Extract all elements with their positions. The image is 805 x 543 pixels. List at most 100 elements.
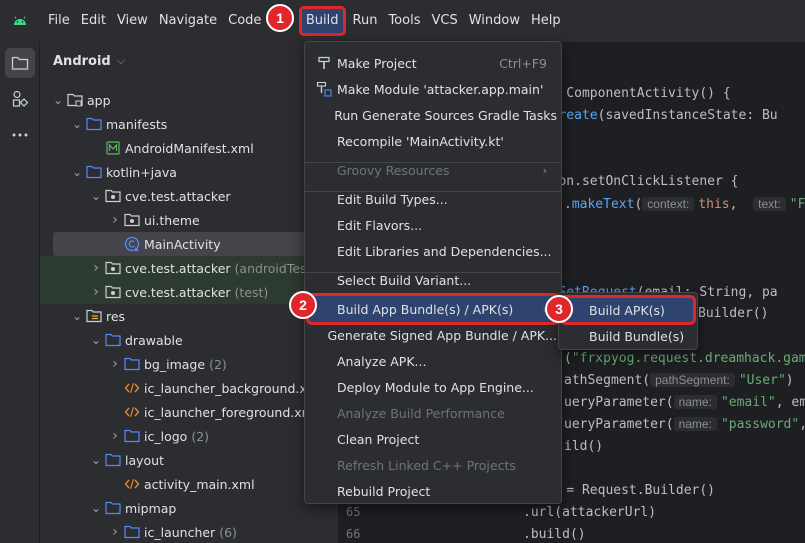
chevron-right-icon[interactable]: › bbox=[88, 284, 104, 300]
menu-tools[interactable]: Tools bbox=[384, 9, 424, 33]
menu-item-label: Groovy Resources bbox=[337, 162, 450, 178]
chevron-down-icon[interactable]: ⌄ bbox=[88, 333, 104, 347]
analyze-apk-menu-item[interactable]: Analyze APK... bbox=[309, 348, 557, 374]
make-project-menu-item[interactable]: Make Project Ctrl+F9 bbox=[309, 50, 557, 76]
select-build-variant-menu-item[interactable]: Select Build Variant... bbox=[309, 267, 557, 293]
code-token: makeText bbox=[571, 197, 635, 212]
more-tools-icon[interactable] bbox=[5, 120, 35, 150]
edit-libraries-and-dependencies-menu-item[interactable]: Edit Libraries and Dependencies... bbox=[309, 238, 557, 264]
menu-code[interactable]: Code bbox=[224, 9, 265, 33]
tree-item[interactable]: ic_launcher_foreground.xml bbox=[40, 400, 338, 424]
tree-item-label: manifests bbox=[106, 116, 168, 132]
chevron-right-icon[interactable]: › bbox=[107, 356, 123, 372]
tree-item[interactable]: ⌄ kotlin+java bbox=[40, 160, 338, 184]
menu-file[interactable]: File bbox=[44, 9, 74, 33]
tree-item[interactable]: › ic_logo (2) bbox=[40, 424, 338, 448]
code-line: .makeText(context:this, text:"Fo bbox=[564, 197, 805, 212]
tree-item[interactable]: ⌄ mipmap bbox=[40, 496, 338, 520]
tree-item[interactable]: ⌄ layout bbox=[40, 448, 338, 472]
analyze-build-performance-menu-item: Analyze Build Performance bbox=[309, 400, 557, 426]
folder-icon bbox=[104, 332, 122, 348]
menu-view[interactable]: View bbox=[113, 9, 152, 33]
package-icon bbox=[123, 212, 141, 228]
menu-build[interactable]: Build bbox=[298, 6, 346, 36]
code-token: "email" bbox=[720, 395, 776, 410]
step-badge-1: 1 bbox=[266, 4, 294, 32]
tree-item[interactable]: ⌄ cve.test.attacker bbox=[40, 184, 338, 208]
menu-item-label: Select Build Variant... bbox=[337, 272, 472, 288]
tree-item[interactable]: › ic_launcher (6) bbox=[40, 520, 338, 543]
tree-item[interactable]: ⌄ manifests bbox=[40, 112, 338, 136]
menu-item-label: Deploy Module to App Engine... bbox=[337, 379, 534, 395]
chevron-down-icon[interactable]: ⌄ bbox=[69, 309, 85, 323]
chevron-right-icon[interactable]: › bbox=[107, 524, 123, 540]
menu-window[interactable]: Window bbox=[465, 9, 524, 33]
code-line: Builder() bbox=[698, 306, 768, 321]
tree-item-label: ui.theme bbox=[144, 212, 200, 228]
tree-item-suffix: (2) bbox=[191, 428, 210, 444]
project-view-selector[interactable]: Android ⌵ bbox=[40, 42, 338, 80]
menu-item-label: Edit Flavors... bbox=[337, 217, 423, 233]
tree-item-label: bg_image bbox=[144, 356, 206, 372]
build-bundle-menu-item[interactable]: Build Bundle(s) bbox=[563, 324, 693, 348]
tree-item-label: res bbox=[106, 308, 126, 324]
chevron-down-icon[interactable]: ⌄ bbox=[88, 453, 104, 467]
chevron-down-icon[interactable]: ⌄ bbox=[88, 501, 104, 515]
edit-build-types-menu-item[interactable]: Edit Build Types... bbox=[309, 186, 557, 212]
edit-flavors-menu-item[interactable]: Edit Flavors... bbox=[309, 212, 557, 238]
tree-item[interactable]: › cve.test.attacker (androidTest) bbox=[40, 256, 338, 280]
tree-item[interactable]: › bg_image (2) bbox=[40, 352, 338, 376]
build-apk-menu-item[interactable]: Build APK(s) bbox=[560, 295, 696, 325]
resource-manager-icon[interactable] bbox=[5, 84, 35, 114]
android-studio-logo-icon[interactable] bbox=[0, 0, 40, 42]
shortcut-label: Ctrl+F9 bbox=[499, 55, 547, 71]
xml-file-icon bbox=[123, 476, 141, 492]
menu-item-label: Make Project bbox=[337, 55, 417, 71]
deploy-module-to-app-engine-menu-item[interactable]: Deploy Module to App Engine... bbox=[309, 374, 557, 400]
clean-project-menu-item[interactable]: Clean Project bbox=[309, 426, 557, 452]
tree-item[interactable]: activity_main.xml bbox=[40, 472, 338, 496]
tree-item-label: cve.test.attacker bbox=[125, 284, 231, 300]
tree-item[interactable]: ⌄ app bbox=[40, 88, 338, 112]
make-module-attacker-app-main-menu-item[interactable]: Make Module 'attacker.app.main' bbox=[309, 76, 557, 102]
build-app-bundle-s-apk-s-menu-item[interactable]: Build App Bundle(s) / APK(s)› bbox=[306, 293, 560, 325]
menu-vcs[interactable]: VCS bbox=[427, 9, 461, 33]
menu-run[interactable]: Run bbox=[349, 9, 382, 33]
code-line: athSegment(pathSegment: "User") bbox=[564, 373, 794, 388]
tree-item-label: MainActivity bbox=[144, 236, 221, 252]
chevron-down-icon[interactable]: ⌄ bbox=[69, 165, 85, 179]
tree-item-label: cve.test.attacker bbox=[125, 188, 231, 204]
manifest-file-icon bbox=[104, 140, 122, 156]
chevron-right-icon[interactable]: › bbox=[107, 428, 123, 444]
menu-edit[interactable]: Edit bbox=[77, 9, 110, 33]
tree-item[interactable]: ic_launcher_background.xml bbox=[40, 376, 338, 400]
menu-item-label: Analyze APK... bbox=[337, 353, 427, 369]
line-number: 66 bbox=[346, 527, 361, 541]
code-token: .url(attackerUrl) bbox=[523, 505, 657, 520]
rebuild-project-menu-item[interactable]: Rebuild Project bbox=[309, 478, 557, 504]
chevron-down-icon[interactable]: ⌄ bbox=[88, 189, 104, 203]
tree-item[interactable]: MainActivity bbox=[53, 232, 338, 256]
xml-file-icon bbox=[123, 404, 141, 420]
build-apk-label: Build APK(s) bbox=[589, 302, 665, 318]
menu-help[interactable]: Help bbox=[527, 9, 565, 33]
tree-item-label: ic_launcher_background.xml bbox=[144, 380, 323, 396]
tree-item-label: AndroidManifest.xml bbox=[125, 140, 254, 156]
chevron-down-icon[interactable]: ⌄ bbox=[69, 117, 85, 131]
code-token: , bbox=[799, 417, 805, 432]
run-generate-sources-gradle-tasks-menu-item[interactable]: Run Generate Sources Gradle Tasks bbox=[309, 102, 557, 128]
tree-item[interactable]: AndroidManifest.xml bbox=[40, 136, 338, 160]
build-menu-dropdown: Make Project Ctrl+F9 Make Module 'attacker… bbox=[304, 41, 562, 504]
tree-item[interactable]: › ui.theme bbox=[40, 208, 338, 232]
generate-signed-app-bundle-apk-menu-item[interactable]: Generate Signed App Bundle / APK... bbox=[309, 322, 558, 348]
chevron-right-icon[interactable]: › bbox=[88, 260, 104, 276]
chevron-right-icon[interactable]: › bbox=[107, 212, 123, 228]
recompile-mainactivity-kt-menu-item[interactable]: Recompile 'MainActivity.kt' bbox=[309, 128, 557, 154]
step-badge-2: 2 bbox=[289, 291, 317, 319]
menu-navigate[interactable]: Navigate bbox=[155, 9, 221, 33]
code-token: utton.setOnClickListener { bbox=[535, 174, 739, 189]
project-folder-icon[interactable] bbox=[5, 48, 35, 78]
tree-item[interactable]: ⌄ drawable bbox=[40, 328, 338, 352]
chevron-down-icon[interactable]: ⌄ bbox=[50, 93, 66, 107]
code-line: .build() bbox=[523, 527, 586, 542]
